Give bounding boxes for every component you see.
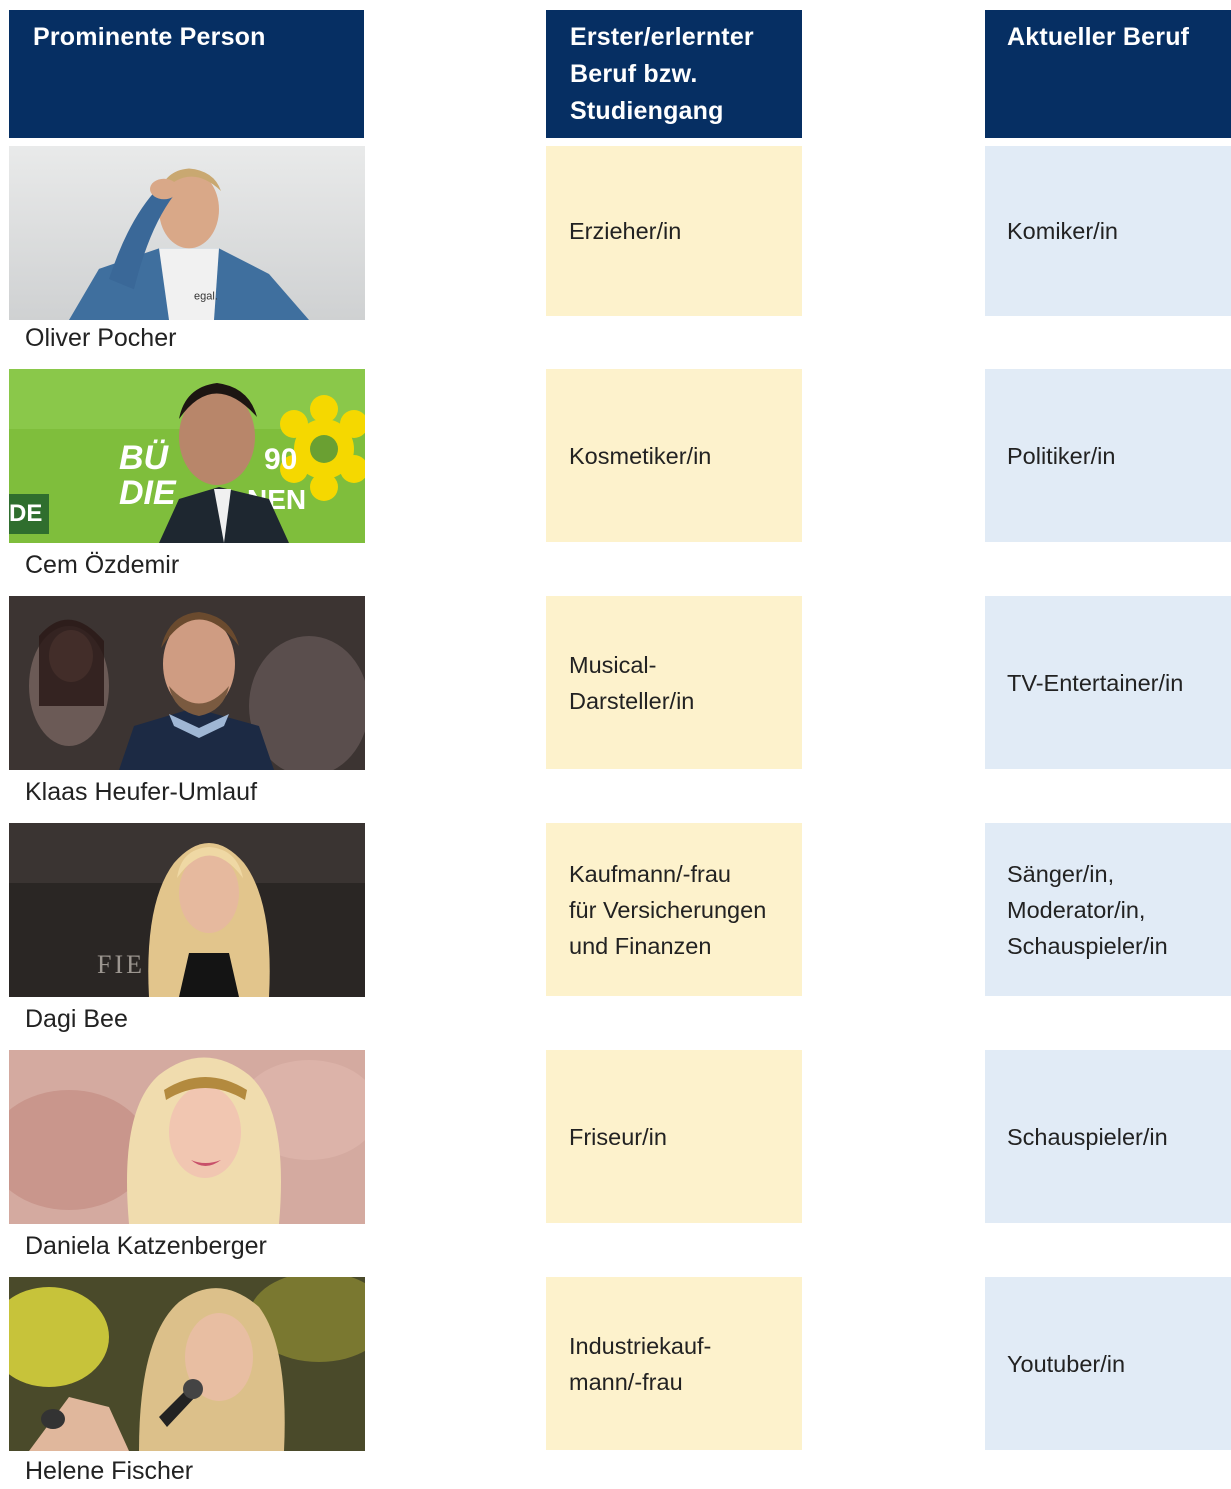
column-header-person: Prominente Person bbox=[9, 10, 364, 138]
banner-text: DIE bbox=[119, 474, 177, 512]
first-job-cell: Erzieher/in bbox=[546, 146, 802, 316]
person-photo-oliver-pocher: egal. bbox=[9, 146, 365, 320]
backdrop-text: FIE bbox=[97, 950, 145, 979]
first-job-text: Musical- Darsteller/in bbox=[569, 651, 695, 714]
column-header-person-label: Prominente Person bbox=[33, 23, 266, 51]
person-photo-klaas-heufer-umlauf bbox=[9, 596, 365, 770]
first-job-text: Kaufmann/-frau für Versicherungen und Fi… bbox=[569, 860, 767, 959]
first-job-cell: Musical- Darsteller/in bbox=[546, 596, 802, 769]
person-name: Daniela Katzenberger bbox=[25, 1232, 267, 1260]
column-header-first-job: Erster/erlernter Beruf bzw. Studiengang bbox=[546, 10, 802, 138]
current-job-cell: Schauspieler/in bbox=[985, 1050, 1231, 1223]
first-job-cell: Kaufmann/-frau für Versicherungen und Fi… bbox=[546, 823, 802, 996]
current-job-cell: TV-Entertainer/in bbox=[985, 596, 1231, 769]
current-job-cell: Komiker/in bbox=[985, 146, 1231, 316]
first-job-text: Industriekauf- mann/-frau bbox=[569, 1332, 712, 1395]
current-job-text: TV-Entertainer/in bbox=[1007, 669, 1184, 696]
column-header-first-job-label: Erster/erlernter Beruf bzw. Studiengang bbox=[570, 23, 754, 125]
current-job-text: Politiker/in bbox=[1007, 442, 1116, 469]
first-job-text: Erzieher/in bbox=[569, 218, 682, 244]
column-header-current-job-label: Aktueller Beruf bbox=[1007, 23, 1190, 51]
person-photo-dagi-bee: FIE bbox=[9, 823, 365, 997]
current-job-cell: Youtuber/in bbox=[985, 1277, 1231, 1450]
person-name: Cem Özdemir bbox=[25, 551, 180, 579]
first-job-cell: Kosmetiker/in bbox=[546, 369, 802, 542]
current-job-text: Schauspieler/in bbox=[1007, 1123, 1168, 1150]
person-photo-cem-oezdemir: BÜ DIE 90 NEN DE bbox=[9, 369, 365, 543]
person-name: Dagi Bee bbox=[25, 1005, 128, 1033]
person-name: Klaas Heufer-Umlauf bbox=[25, 778, 258, 806]
first-job-text: Kosmetiker/in bbox=[569, 442, 712, 469]
shirt-print-text: egal. bbox=[194, 290, 218, 302]
column-header-current-job: Aktueller Beruf bbox=[985, 10, 1231, 138]
banner-text: DE bbox=[9, 500, 42, 527]
person-photo-daniela-katzenberger bbox=[9, 1050, 365, 1224]
current-job-text: Sänger/in, Moderator/in, Schauspieler/in bbox=[1007, 860, 1168, 959]
first-job-cell: Friseur/in bbox=[546, 1050, 802, 1223]
banner-number: 90 bbox=[264, 443, 297, 476]
person-name: Helene Fischer bbox=[25, 1457, 194, 1485]
first-job-text: Friseur/in bbox=[569, 1123, 667, 1150]
current-job-cell: Sänger/in, Moderator/in, Schauspieler/in bbox=[985, 823, 1231, 996]
first-job-cell: Industriekauf- mann/-frau bbox=[546, 1277, 802, 1450]
person-name: Oliver Pocher bbox=[25, 324, 177, 352]
current-job-text: Komiker/in bbox=[1007, 218, 1119, 244]
banner-text: BÜ bbox=[119, 439, 170, 477]
person-photo-helene-fischer bbox=[9, 1277, 365, 1451]
current-job-text: Youtuber/in bbox=[1007, 1350, 1126, 1377]
current-job-cell: Politiker/in bbox=[985, 369, 1231, 542]
